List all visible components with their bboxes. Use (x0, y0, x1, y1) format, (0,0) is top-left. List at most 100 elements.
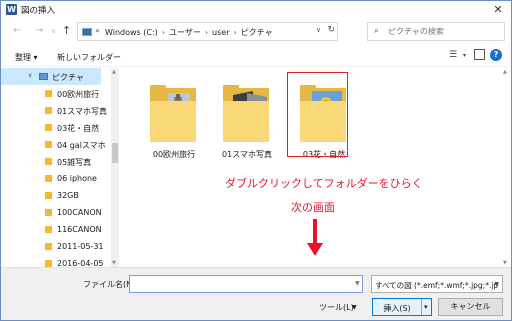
folder-icon (45, 107, 52, 114)
close-button[interactable]: ✕ (485, 1, 511, 18)
annotation-arrow-icon (307, 219, 323, 256)
folder-icon (45, 192, 52, 199)
insert-picture-dialog: W 図の挿入 ✕ ← → ∨ ↑ « Windows (C:) › ユーザー › use… (0, 0, 512, 321)
sidebar-item[interactable]: 2016-04-05 (1, 255, 104, 267)
sidebar-item[interactable]: ∨ ピクチャ (1, 68, 101, 85)
file-type-select[interactable]: すべての図 (*.emf;*.wmf;*.jpg;*.jp ▼ (371, 275, 503, 293)
folder-name: 01スマホ写真 (222, 150, 272, 159)
pictures-folder-icon (39, 73, 48, 80)
view-dropdown-icon[interactable]: ▾ (463, 52, 466, 59)
dialog-title: 図の挿入 (21, 6, 56, 16)
insert-options-button[interactable]: ▾ (421, 299, 432, 315)
navigation-bar: ← → ∨ ↑ « Windows (C:) › ユーザー › user › ピクチャ ∨ … (1, 18, 511, 45)
cancel-button[interactable]: キャンセル (438, 298, 503, 316)
view-list-icon[interactable]: ☰ (449, 50, 457, 60)
breadcrumb-item[interactable]: Windows (C:) (105, 28, 158, 37)
insert-button[interactable]: 挿入(S) ▾ (372, 298, 432, 316)
folder-icon (45, 260, 52, 267)
content-scrollbar[interactable]: ▲ ▼ (502, 68, 511, 267)
selection-highlight (287, 72, 348, 157)
refresh-button[interactable]: ↻ (327, 25, 335, 35)
sidebar-item[interactable]: 03花・自然 (1, 119, 101, 136)
address-bar[interactable]: « Windows (C:) › ユーザー › user › ピクチャ ∨ ↻ (77, 22, 338, 41)
folder-icon (45, 124, 52, 131)
insert-label: 挿入(S) (383, 304, 411, 313)
sidebar-item-label: 2011-05-31 (57, 242, 104, 251)
folder-tile-01[interactable]: 01スマホ写真 (215, 75, 277, 163)
search-icon: ⌕ (374, 26, 380, 36)
organize-button[interactable]: 整理 ▾ (15, 52, 38, 63)
breadcrumb-separator-icon[interactable]: › (233, 28, 236, 37)
navigation-pane: ∨ ピクチャ 00欧州旅行 01スマホ写真 03花・自然 04 galスマホ 05雑写真 06… (1, 68, 111, 267)
annotation-next-screen: 次の画面 (291, 201, 335, 214)
tools-button[interactable]: ツール(L) (319, 302, 354, 313)
back-button[interactable]: ← (13, 25, 21, 36)
help-button[interactable]: ? (490, 49, 502, 61)
folder-tile-00[interactable]: 00欧州旅行 (142, 75, 204, 163)
sidebar-item-label: 32GB (57, 191, 79, 200)
sidebar-item[interactable]: 116CANON (1, 221, 102, 238)
scrollbar-thumb[interactable] (112, 143, 118, 163)
sidebar-item[interactable]: 06 iphone (1, 170, 101, 187)
sidebar-item-label: ピクチャ (52, 73, 84, 82)
up-folder-button[interactable]: ↑ (62, 24, 71, 37)
folder-icon (45, 243, 52, 250)
address-dropdown-icon[interactable]: ∨ (316, 26, 321, 34)
sidebar-item[interactable]: 32GB (1, 187, 101, 204)
sidebar-item[interactable]: 05雑写真 (1, 153, 101, 170)
breadcrumb-item[interactable]: ユーザー (169, 28, 201, 37)
sidebar-list: ∨ ピクチャ 00欧州旅行 01スマホ写真 03花・自然 04 galスマホ 05雑写真 06… (1, 68, 107, 267)
sidebar-item-label: 00欧州旅行 (57, 90, 100, 99)
sidebar-item-label: 06 iphone (57, 174, 97, 183)
breadcrumb-item[interactable]: ピクチャ (241, 28, 273, 37)
preview-pane-button[interactable] (474, 49, 485, 60)
title-bar: W 図の挿入 ✕ (1, 1, 511, 18)
filename-field[interactable] (129, 275, 363, 293)
chevron-down-icon: ▼ (494, 281, 499, 288)
search-input[interactable] (388, 24, 498, 39)
scroll-down-icon[interactable]: ▼ (503, 260, 507, 266)
folder-icon (45, 226, 52, 233)
new-folder-button[interactable]: 新しいフォルダー (57, 52, 121, 63)
scroll-up-icon[interactable]: ▲ (112, 69, 116, 75)
sidebar-item-label: 04 galスマホ (57, 141, 106, 150)
file-type-value: すべての図 (*.emf;*.wmf;*.jpg;*.jp (375, 281, 499, 290)
scroll-up-icon[interactable]: ▲ (503, 69, 507, 75)
expand-chevron-icon[interactable]: ∨ (28, 72, 32, 79)
filename-dropdown-icon[interactable]: ▼ (355, 280, 360, 287)
breadcrumb-separator-icon[interactable]: › (162, 28, 165, 37)
breadcrumb-separator-icon[interactable]: › (205, 28, 208, 37)
search-box[interactable]: ⌕ (367, 22, 505, 41)
word-app-icon: W (6, 4, 17, 15)
pictures-folder-icon (82, 28, 92, 36)
sidebar-item[interactable]: 01スマホ写真 (1, 102, 107, 119)
forward-button[interactable]: → (35, 25, 43, 36)
sidebar-item[interactable]: 100CANON (1, 204, 102, 221)
recent-locations-button[interactable]: ∨ (51, 27, 56, 35)
bottom-panel: ファイル名(N): ▼ すべての図 (*.emf;*.wmf;*.jpg;*.j… (1, 267, 511, 320)
sidebar-scrollbar[interactable]: ▲ ▼ (111, 68, 119, 267)
sidebar-item[interactable]: 00欧州旅行 (1, 85, 101, 102)
annotation-instruction: ダブルクリックしてフォルダーをひらく (225, 177, 423, 190)
file-list: 00欧州旅行 01スマホ写真 03花・自然 ダブルクリックしてフォルダーをひらく… (120, 68, 502, 267)
tools-dropdown-icon[interactable]: ▼ (352, 304, 357, 311)
sidebar-item-label: 116CANON (57, 225, 102, 234)
scroll-down-icon[interactable]: ▼ (112, 260, 116, 266)
breadcrumb-item[interactable]: user (212, 28, 229, 37)
folder-icon (45, 175, 52, 182)
sidebar-item-label: 01スマホ写真 (57, 107, 107, 116)
folder-icon (45, 209, 52, 216)
folder-icon (45, 90, 52, 97)
sidebar-item-label: 05雑写真 (57, 158, 92, 167)
folder-icon (45, 141, 52, 148)
sidebar-item[interactable]: 2011-05-31 (1, 238, 104, 255)
sidebar-item[interactable]: 04 galスマホ (1, 136, 106, 153)
breadcrumb: Windows (C:) › ユーザー › user › ピクチャ (105, 27, 277, 38)
address-overflow[interactable]: « (95, 26, 100, 35)
folder-icon (45, 158, 52, 165)
sidebar-item-label: 100CANON (57, 208, 102, 217)
folder-name: 00欧州旅行 (152, 150, 196, 159)
sidebar-item-label: 2016-04-05 (57, 259, 104, 267)
sidebar-item-label: 03花・自然 (57, 124, 100, 133)
chevron-down-icon: ▾ (424, 303, 428, 311)
